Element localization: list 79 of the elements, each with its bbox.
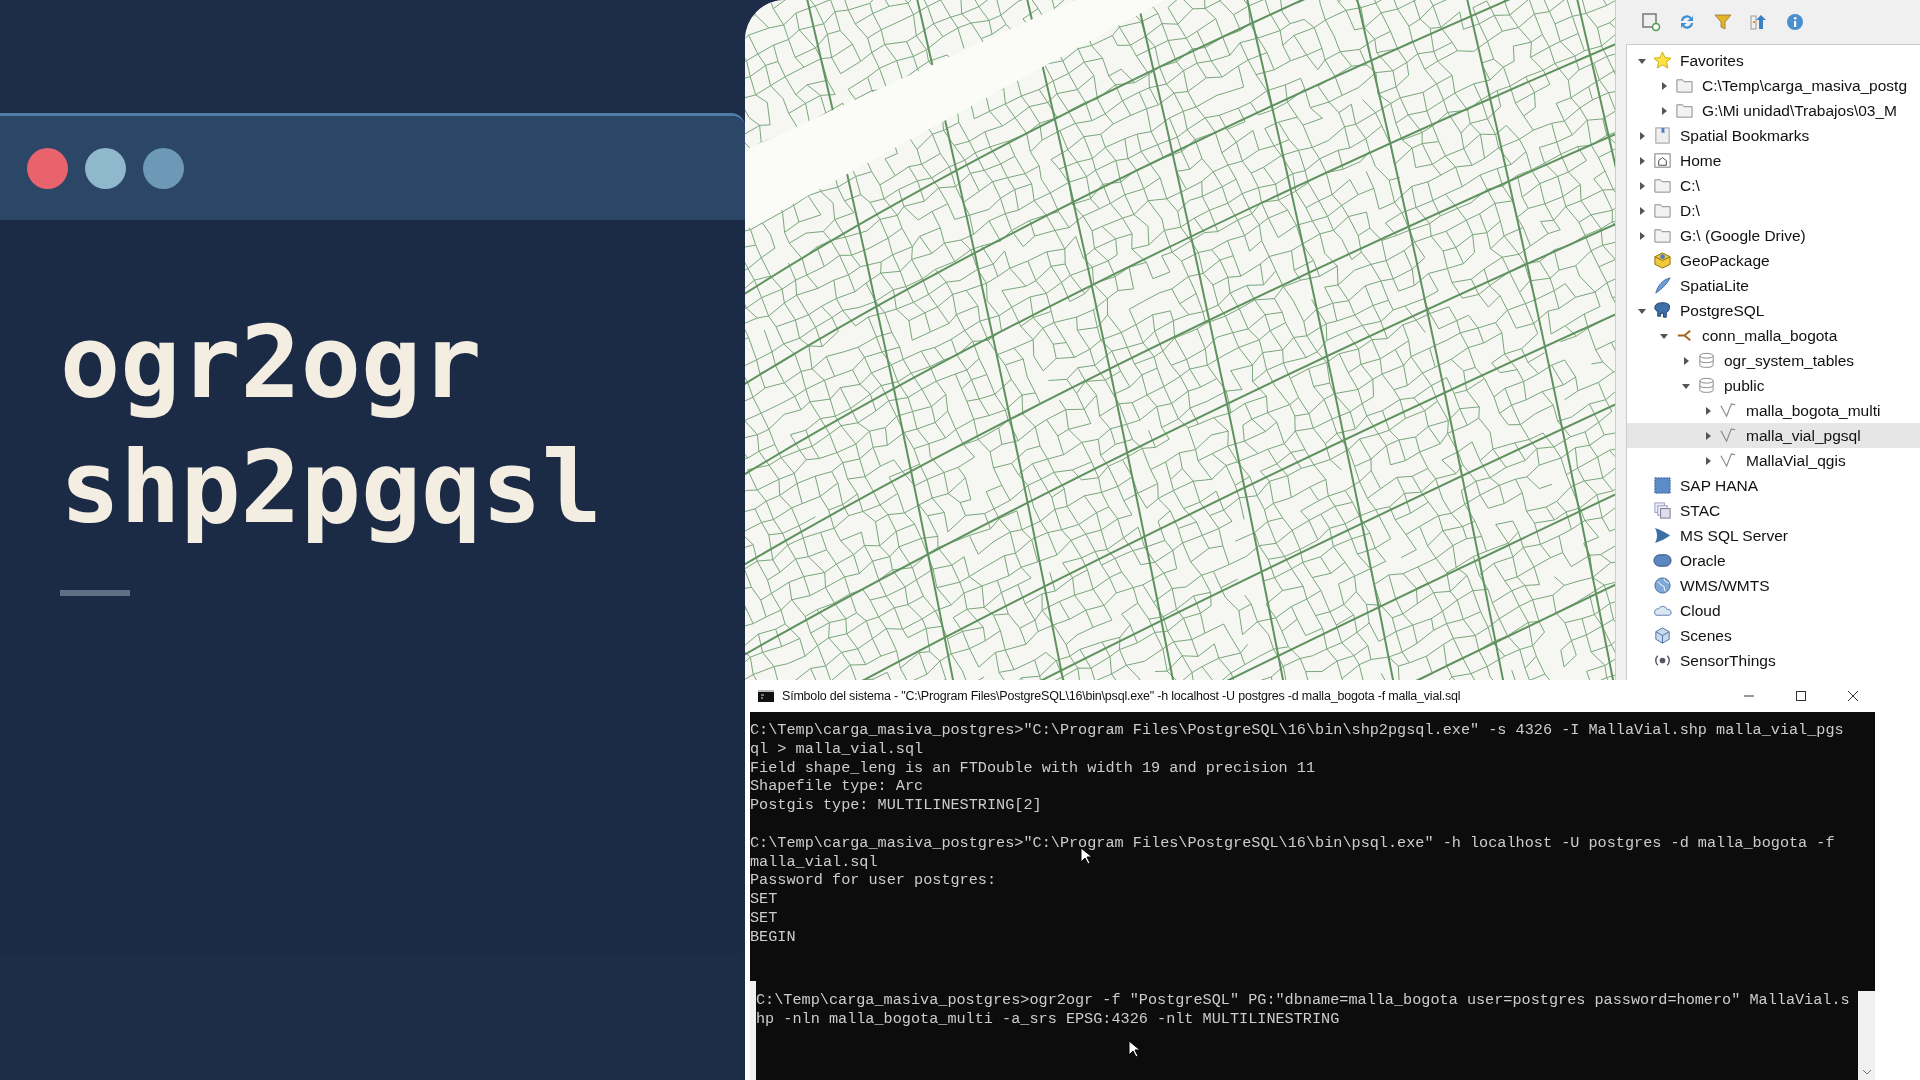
terminal-line: Postgis type: MULTILINESTRING[2] xyxy=(750,796,1042,815)
folder-icon xyxy=(1653,226,1672,245)
tree-item[interactable]: public xyxy=(1627,373,1920,398)
expand-arrow-icon[interactable] xyxy=(1681,355,1691,366)
expand-arrow-icon[interactable] xyxy=(1703,430,1713,441)
tree-item[interactable]: C:\ xyxy=(1627,173,1920,198)
line-layer-icon xyxy=(1719,451,1738,470)
terminal-line: C:\Temp\carga_masiva_postgres>"C:\Program Files\PostgreSQL\16\bin\shp2pgsql.exe" -s 4326 -I MallaVial.shp malla_vial_pgs xyxy=(750,721,1844,740)
folder-icon xyxy=(1675,101,1694,120)
expand-arrow-icon[interactable] xyxy=(1703,405,1713,416)
tree-item[interactable]: C:\Temp\carga_masiva_postg xyxy=(1627,73,1920,98)
terminal-line: SET xyxy=(750,890,778,909)
terminal-line: hp -nln malla_bogota_multi -a_srs EPSG:4326 -nlt MULTILINESTRING xyxy=(756,1010,1340,1029)
tree-item[interactable]: SpatiaLite xyxy=(1627,273,1920,298)
tree-item[interactable]: malla_vial_pgsql xyxy=(1627,423,1920,448)
chip-icon xyxy=(1653,476,1672,495)
maximize-icon[interactable] xyxy=(1795,690,1807,702)
bookmark-icon xyxy=(1653,126,1672,145)
globe-icon xyxy=(1653,576,1672,595)
tree-item[interactable]: D:\ xyxy=(1627,198,1920,223)
line-layer-icon xyxy=(1719,401,1738,420)
star-icon xyxy=(1653,51,1672,70)
tree-item[interactable]: Cloud xyxy=(1627,598,1920,623)
cube-icon xyxy=(1653,626,1672,645)
mouse-pointer-icon xyxy=(1128,1040,1140,1058)
folder-icon xyxy=(1653,201,1672,220)
expand-arrow-icon[interactable] xyxy=(1637,180,1647,191)
expand-arrow-icon[interactable] xyxy=(1659,80,1669,91)
tree-item[interactable]: Home xyxy=(1627,148,1920,173)
package-icon xyxy=(1653,251,1672,270)
terminal-line: malla_vial.sql xyxy=(750,852,878,872)
expand-arrow-icon[interactable] xyxy=(1703,455,1713,466)
window-title: Símbolo del sistema - "C:\Program Files\PostgreSQL\16\bin\psql.exe" -h localhost -U postgres -d malla_bogota -f malla_vial.sql xyxy=(782,689,1462,703)
terminal-line: Field shape_leng is an FTDouble with width 19 and precision 11 xyxy=(750,758,1316,778)
feather-icon xyxy=(1653,276,1672,295)
tree-item[interactable]: Favorites xyxy=(1627,48,1920,73)
tree-item[interactable]: G:\Mi unidad\Trabajos\03_M xyxy=(1627,98,1920,123)
tree-item[interactable]: Oracle xyxy=(1627,548,1920,573)
tree-item[interactable]: STAC xyxy=(1627,498,1920,523)
tree-item[interactable]: MS SQL Server xyxy=(1627,523,1920,548)
terminal-line: Password for user postgres: xyxy=(750,871,997,891)
tree-item[interactable]: G:\ (Google Drive) xyxy=(1627,223,1920,248)
layers-icon xyxy=(1653,501,1672,520)
terminal-line: BEGIN xyxy=(750,927,796,947)
expand-arrow-icon[interactable] xyxy=(1637,130,1647,141)
terminal-line: SET xyxy=(750,908,778,928)
expand-arrow-icon[interactable] xyxy=(1637,230,1647,241)
expand-arrow-icon[interactable] xyxy=(1637,155,1647,166)
database-icon xyxy=(1697,376,1716,395)
terminal-line: Shapefile type: Arc xyxy=(750,777,924,797)
tree-item[interactable]: MallaVial_qgis xyxy=(1627,448,1920,473)
scrollbar[interactable] xyxy=(1858,991,1875,1080)
tree-item[interactable]: SensorThings xyxy=(1627,648,1920,673)
expand-arrow-icon[interactable] xyxy=(1659,105,1669,116)
folder-icon xyxy=(1653,176,1672,195)
tree-item[interactable]: SAP HANA xyxy=(1627,473,1920,498)
title-line: ogr2ogr xyxy=(60,303,483,423)
folder-icon xyxy=(1675,76,1694,95)
tree-item[interactable]: malla_bogota_multi xyxy=(1627,398,1920,423)
tree-item[interactable]: Spatial Bookmarks xyxy=(1627,123,1920,148)
tree-item[interactable]: GeoPackage xyxy=(1627,248,1920,273)
console-icon xyxy=(758,690,774,702)
tree-item[interactable]: ogr_system_tables xyxy=(1627,348,1920,373)
terminal-line: C:\Temp\carga_masiva_postgres>ogr2ogr -f "PostgreSQL" PG:"dbname=malla_bogota user=postgres password=homero" MallaVial.s xyxy=(756,991,1850,1011)
home-icon xyxy=(1653,151,1672,170)
terminal-line: ql > malla_vial.sql xyxy=(750,739,924,759)
sail-icon xyxy=(1653,526,1672,545)
elephant-icon xyxy=(1653,301,1672,320)
close-icon[interactable] xyxy=(1847,690,1859,702)
line-layer-icon xyxy=(1719,426,1738,445)
terminal-line: C:\Temp\carga_masiva_postgres>"C:\Program Files\PostgreSQL\16\bin\psql.exe" -h localhost -U postgres -d malla_bogota -f xyxy=(750,833,1835,853)
tree-item[interactable]: WMS/WMTS xyxy=(1627,573,1920,598)
database-icon xyxy=(1697,351,1716,370)
tree-item[interactable]: conn_malla_bogota xyxy=(1627,323,1920,348)
expand-arrow-icon[interactable] xyxy=(1637,205,1647,216)
tree-item[interactable]: PostgreSQL xyxy=(1627,298,1920,323)
tree-item[interactable]: Scenes xyxy=(1627,623,1920,648)
title-line: shp2pgqsl xyxy=(60,428,603,548)
scroll-down-icon[interactable] xyxy=(1861,1068,1872,1076)
